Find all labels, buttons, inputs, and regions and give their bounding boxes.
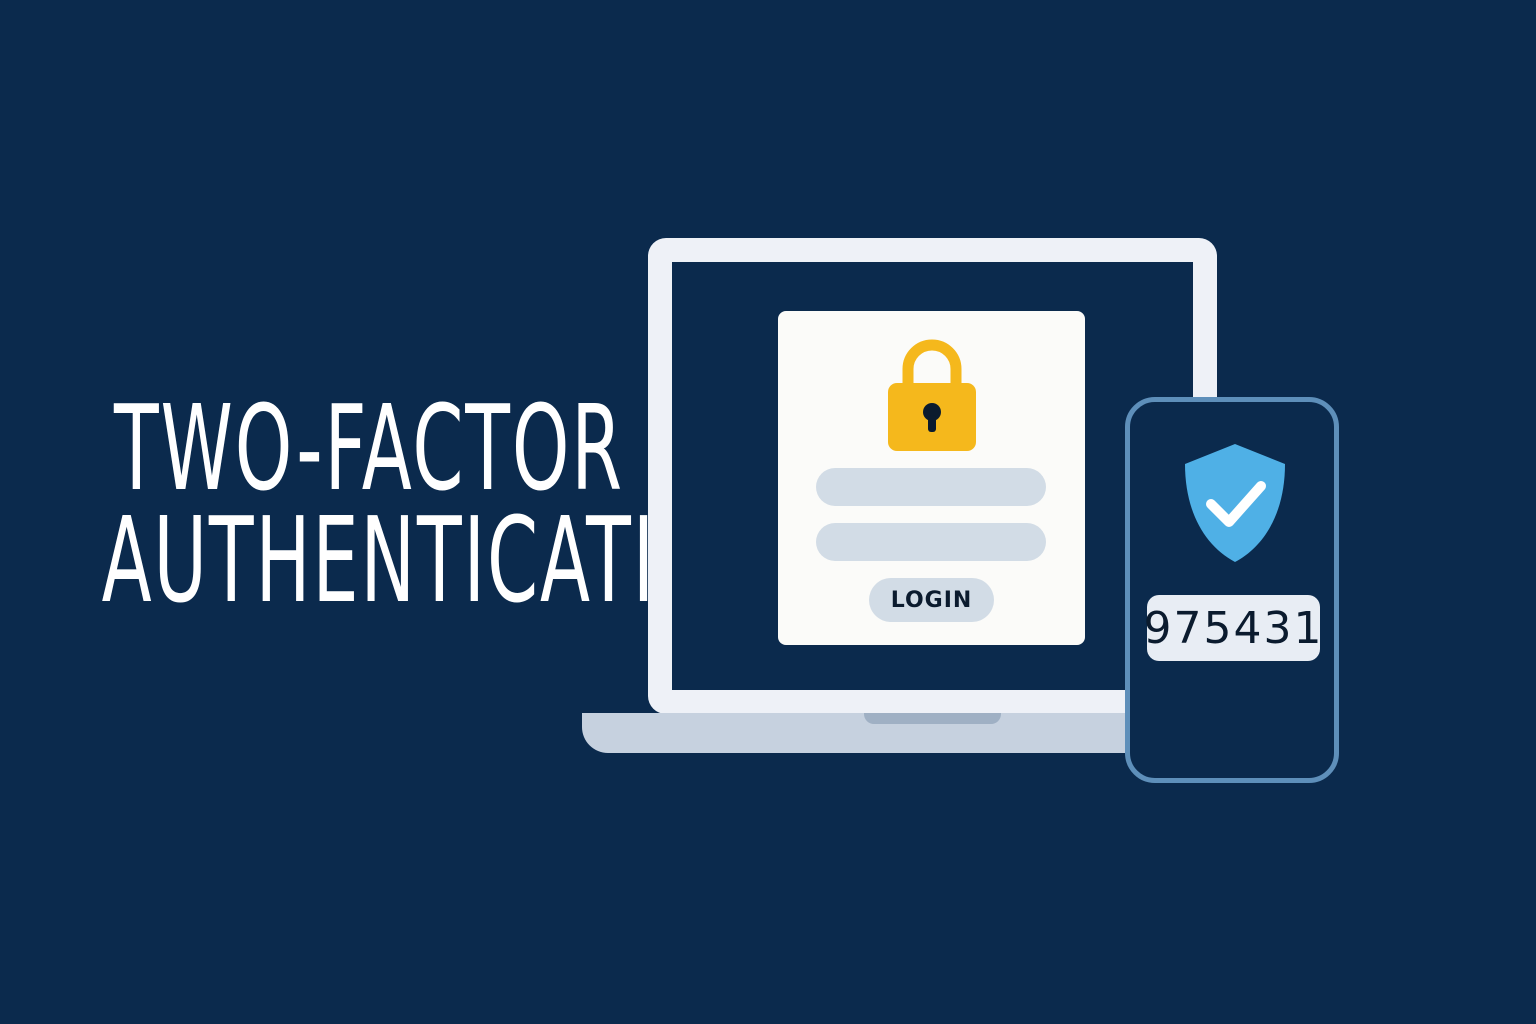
password-field[interactable]	[816, 523, 1046, 561]
shield-check-icon	[1185, 444, 1285, 562]
login-card: LOGIN	[778, 311, 1085, 645]
phone: 975431	[1125, 397, 1339, 783]
headline-line-1: TWO-FACTOR	[114, 379, 624, 517]
headline: TWO-FACTOR AUTHENTICATION	[0, 379, 773, 629]
username-field[interactable]	[816, 468, 1046, 506]
laptop-notch	[864, 713, 1001, 724]
headline-line-2: AUTHENTICATION	[101, 491, 773, 629]
login-button[interactable]: LOGIN	[869, 578, 994, 622]
verification-code: 975431	[1144, 595, 1321, 661]
padlock-icon	[888, 339, 976, 451]
